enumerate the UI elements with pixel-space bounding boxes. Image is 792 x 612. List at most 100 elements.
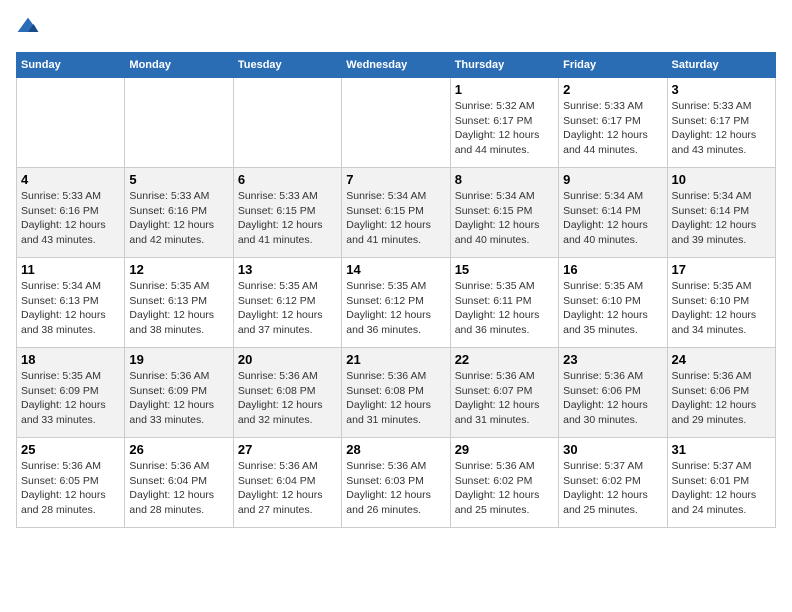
day-cell: 4 Sunrise: 5:33 AM Sunset: 6:16 PM Daylig…: [17, 168, 125, 258]
cell-content: Sunrise: 5:35 AM Sunset: 6:09 PM Dayligh…: [21, 369, 120, 428]
day-cell: 11 Sunrise: 5:34 AM Sunset: 6:13 PM Dayli…: [17, 258, 125, 348]
header-tuesday: Tuesday: [233, 53, 341, 78]
day-number: 19: [129, 352, 228, 367]
day-cell: 22Sunrise: 5:36 AM Sunset: 6:07 PM Dayli…: [450, 348, 558, 438]
cell-content: Sunrise: 5:34 AM Sunset: 6:13 PM Dayligh…: [21, 279, 120, 338]
header-monday: Monday: [125, 53, 233, 78]
day-cell: 14 Sunrise: 5:35 AM Sunset: 6:12 PM Dayli…: [342, 258, 450, 348]
day-cell: 9 Sunrise: 5:34 AM Sunset: 6:14 PM Daylig…: [559, 168, 667, 258]
day-cell: [125, 78, 233, 168]
cell-content: Sunrise: 5:33 AM Sunset: 6:16 PM Dayligh…: [129, 189, 228, 248]
logo: [16, 16, 44, 40]
day-number: 8: [455, 172, 554, 187]
cell-content: Sunrise: 5:36 AM Sunset: 6:03 PM Dayligh…: [346, 459, 445, 518]
day-number: 29: [455, 442, 554, 457]
calendar-table: SundayMondayTuesdayWednesdayThursdayFrid…: [16, 52, 776, 528]
day-cell: 26 Sunrise: 5:36 AM Sunset: 6:04 PM Dayli…: [125, 438, 233, 528]
day-cell: 16Sunrise: 5:35 AM Sunset: 6:10 PM Dayli…: [559, 258, 667, 348]
calendar-body: 1 Sunrise: 5:32 AM Sunset: 6:17 PM Daylig…: [17, 78, 776, 528]
day-cell: 29Sunrise: 5:36 AM Sunset: 6:02 PM Dayli…: [450, 438, 558, 528]
day-cell: 27 Sunrise: 5:36 AM Sunset: 6:04 PM Dayli…: [233, 438, 341, 528]
cell-content: Sunrise: 5:35 AM Sunset: 6:12 PM Dayligh…: [238, 279, 337, 338]
cell-content: Sunrise: 5:33 AM Sunset: 6:17 PM Dayligh…: [563, 99, 662, 158]
day-number: 18: [21, 352, 120, 367]
day-number: 1: [455, 82, 554, 97]
day-cell: 18 Sunrise: 5:35 AM Sunset: 6:09 PM Dayli…: [17, 348, 125, 438]
logo-icon: [16, 16, 40, 40]
day-cell: 2 Sunrise: 5:33 AM Sunset: 6:17 PM Daylig…: [559, 78, 667, 168]
cell-content: Sunrise: 5:37 AM Sunset: 6:02 PM Dayligh…: [563, 459, 662, 518]
cell-content: Sunrise: 5:33 AM Sunset: 6:15 PM Dayligh…: [238, 189, 337, 248]
cell-content: Sunrise: 5:34 AM Sunset: 6:15 PM Dayligh…: [346, 189, 445, 248]
cell-content: Sunrise: 5:36 AM Sunset: 6:04 PM Dayligh…: [238, 459, 337, 518]
day-cell: 6Sunrise: 5:33 AM Sunset: 6:15 PM Daylig…: [233, 168, 341, 258]
day-number: 24: [672, 352, 771, 367]
cell-content: Sunrise: 5:36 AM Sunset: 6:04 PM Dayligh…: [129, 459, 228, 518]
cell-content: Sunrise: 5:34 AM Sunset: 6:14 PM Dayligh…: [672, 189, 771, 248]
day-cell: 1 Sunrise: 5:32 AM Sunset: 6:17 PM Daylig…: [450, 78, 558, 168]
day-number: 15: [455, 262, 554, 277]
cell-content: Sunrise: 5:36 AM Sunset: 6:08 PM Dayligh…: [346, 369, 445, 428]
day-cell: 17 Sunrise: 5:35 AM Sunset: 6:10 PM Dayli…: [667, 258, 775, 348]
cell-content: Sunrise: 5:36 AM Sunset: 6:08 PM Dayligh…: [238, 369, 337, 428]
header-friday: Friday: [559, 53, 667, 78]
header-thursday: Thursday: [450, 53, 558, 78]
day-cell: [233, 78, 341, 168]
day-cell: 15 Sunrise: 5:35 AM Sunset: 6:11 PM Dayli…: [450, 258, 558, 348]
calendar-header: SundayMondayTuesdayWednesdayThursdayFrid…: [17, 53, 776, 78]
day-number: 2: [563, 82, 662, 97]
day-number: 14: [346, 262, 445, 277]
cell-content: Sunrise: 5:35 AM Sunset: 6:10 PM Dayligh…: [672, 279, 771, 338]
day-cell: 23 Sunrise: 5:36 AM Sunset: 6:06 PM Dayli…: [559, 348, 667, 438]
day-number: 22: [455, 352, 554, 367]
cell-content: Sunrise: 5:34 AM Sunset: 6:14 PM Dayligh…: [563, 189, 662, 248]
day-cell: 31Sunrise: 5:37 AM Sunset: 6:01 PM Dayli…: [667, 438, 775, 528]
day-number: 11: [21, 262, 120, 277]
day-number: 13: [238, 262, 337, 277]
header-sunday: Sunday: [17, 53, 125, 78]
day-number: 28: [346, 442, 445, 457]
cell-content: Sunrise: 5:35 AM Sunset: 6:10 PM Dayligh…: [563, 279, 662, 338]
day-number: 7: [346, 172, 445, 187]
cell-content: Sunrise: 5:35 AM Sunset: 6:12 PM Dayligh…: [346, 279, 445, 338]
day-number: 23: [563, 352, 662, 367]
day-number: 27: [238, 442, 337, 457]
cell-content: Sunrise: 5:36 AM Sunset: 6:06 PM Dayligh…: [672, 369, 771, 428]
day-number: 30: [563, 442, 662, 457]
day-cell: 12Sunrise: 5:35 AM Sunset: 6:13 PM Dayli…: [125, 258, 233, 348]
day-number: 5: [129, 172, 228, 187]
day-number: 9: [563, 172, 662, 187]
day-cell: 5 Sunrise: 5:33 AM Sunset: 6:16 PM Daylig…: [125, 168, 233, 258]
day-cell: 13 Sunrise: 5:35 AM Sunset: 6:12 PM Dayli…: [233, 258, 341, 348]
day-cell: 3Sunrise: 5:33 AM Sunset: 6:17 PM Daylig…: [667, 78, 775, 168]
day-cell: 8Sunrise: 5:34 AM Sunset: 6:15 PM Daylig…: [450, 168, 558, 258]
cell-content: Sunrise: 5:32 AM Sunset: 6:17 PM Dayligh…: [455, 99, 554, 158]
day-cell: 21 Sunrise: 5:36 AM Sunset: 6:08 PM Dayli…: [342, 348, 450, 438]
day-number: 26: [129, 442, 228, 457]
week-row-1: 1 Sunrise: 5:32 AM Sunset: 6:17 PM Daylig…: [17, 78, 776, 168]
cell-content: Sunrise: 5:33 AM Sunset: 6:16 PM Dayligh…: [21, 189, 120, 248]
day-number: 21: [346, 352, 445, 367]
cell-content: Sunrise: 5:35 AM Sunset: 6:11 PM Dayligh…: [455, 279, 554, 338]
day-cell: [17, 78, 125, 168]
day-number: 12: [129, 262, 228, 277]
day-number: 4: [21, 172, 120, 187]
day-number: 10: [672, 172, 771, 187]
day-number: 31: [672, 442, 771, 457]
week-row-4: 18 Sunrise: 5:35 AM Sunset: 6:09 PM Dayli…: [17, 348, 776, 438]
day-number: 25: [21, 442, 120, 457]
cell-content: Sunrise: 5:36 AM Sunset: 6:06 PM Dayligh…: [563, 369, 662, 428]
cell-content: Sunrise: 5:36 AM Sunset: 6:05 PM Dayligh…: [21, 459, 120, 518]
day-number: 20: [238, 352, 337, 367]
day-cell: 20 Sunrise: 5:36 AM Sunset: 6:08 PM Dayli…: [233, 348, 341, 438]
day-cell: [342, 78, 450, 168]
day-cell: 24 Sunrise: 5:36 AM Sunset: 6:06 PM Dayli…: [667, 348, 775, 438]
cell-content: Sunrise: 5:33 AM Sunset: 6:17 PM Dayligh…: [672, 99, 771, 158]
page-header: [16, 16, 776, 40]
cell-content: Sunrise: 5:36 AM Sunset: 6:09 PM Dayligh…: [129, 369, 228, 428]
day-cell: 7 Sunrise: 5:34 AM Sunset: 6:15 PM Daylig…: [342, 168, 450, 258]
day-cell: 10 Sunrise: 5:34 AM Sunset: 6:14 PM Dayli…: [667, 168, 775, 258]
day-number: 17: [672, 262, 771, 277]
day-cell: 19 Sunrise: 5:36 AM Sunset: 6:09 PM Dayli…: [125, 348, 233, 438]
day-cell: 25 Sunrise: 5:36 AM Sunset: 6:05 PM Dayli…: [17, 438, 125, 528]
